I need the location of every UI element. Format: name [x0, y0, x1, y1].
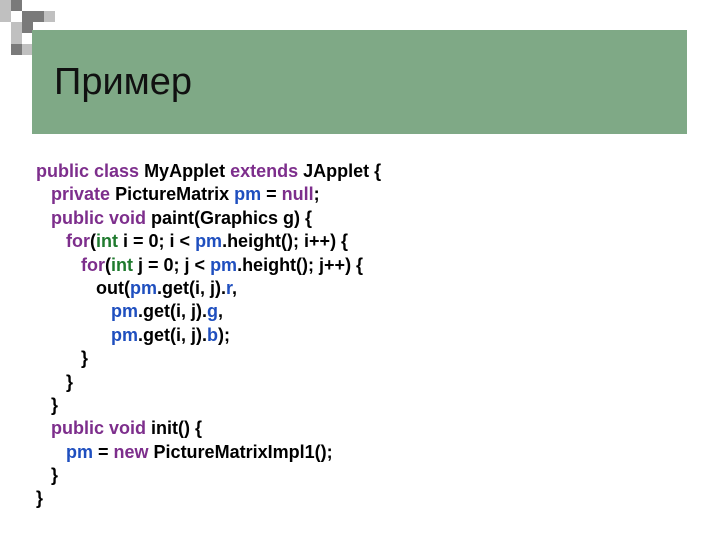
code-line: } [36, 488, 43, 508]
code-line: public void paint(Graphics g) { [36, 208, 312, 228]
code-line: for(int i = 0; i < pm.height(); i++) { [36, 231, 348, 251]
slide-title: Пример [32, 61, 192, 104]
code-line: out(pm.get(i, j).r, [36, 278, 237, 298]
code-line: public void init() { [36, 418, 202, 438]
code-line: } [36, 372, 73, 392]
code-line: for(int j = 0; j < pm.height(); j++) { [36, 255, 363, 275]
code-line: } [36, 348, 88, 368]
code-line: private PictureMatrix pm = null; [36, 184, 320, 204]
code-line: } [36, 395, 58, 415]
code-line: } [36, 465, 58, 485]
code-line: public class MyApplet extends JApplet { [36, 161, 381, 181]
slide-title-band: Пример [32, 30, 687, 134]
code-line: pm.get(i, j).g, [36, 301, 223, 321]
code-line: pm = new PictureMatrixImpl1(); [36, 442, 333, 462]
code-block: public class MyApplet extends JApplet { … [36, 160, 696, 511]
code-line: pm.get(i, j).b); [36, 325, 230, 345]
